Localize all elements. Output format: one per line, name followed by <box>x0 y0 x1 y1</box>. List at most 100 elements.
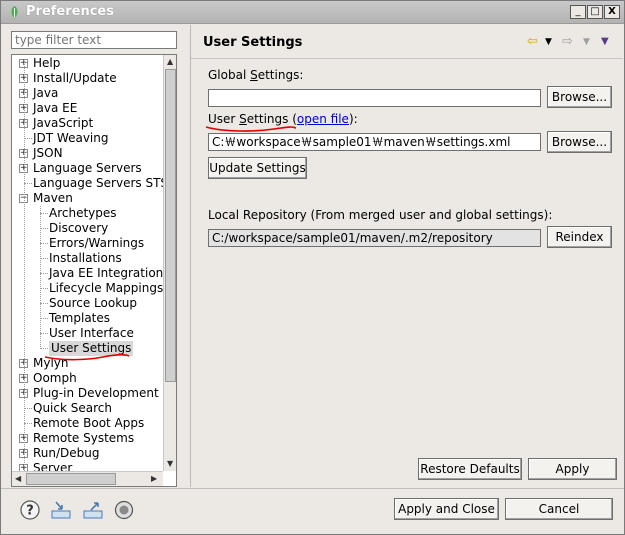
filter-input[interactable] <box>11 31 177 49</box>
tree-item-label: Maven <box>33 191 73 205</box>
tree-item[interactable]: Errors/Warnings <box>12 236 162 251</box>
tree-item-label: Archetypes <box>49 206 117 220</box>
tree-connector <box>40 348 48 349</box>
tree-item[interactable]: Java EE Integration <box>12 266 164 281</box>
tree-item-label: Help <box>33 56 61 70</box>
tree-item[interactable]: Archetypes <box>12 206 162 221</box>
tree-item[interactable]: + Plug-in Development <box>12 386 162 401</box>
tree-item[interactable]: + JavaScript <box>12 116 162 131</box>
apply-and-close-button[interactable]: Apply and Close <box>394 498 499 520</box>
scroll-down-icon[interactable]: ▼ <box>167 459 173 468</box>
tree-connector <box>40 228 48 229</box>
open-file-link[interactable]: open file <box>297 112 349 126</box>
export-icon[interactable] <box>82 499 104 521</box>
tree-connector <box>40 303 48 304</box>
tree-item[interactable]: Quick Search <box>12 401 162 416</box>
tree-item-label: User Interface <box>49 326 134 340</box>
app-icon <box>11 6 18 19</box>
tree-vertical-scrollbar[interactable]: ▲ ▼ <box>163 55 176 471</box>
update-settings-button[interactable]: Update Settings <box>208 157 307 179</box>
tree-item-label: Installations <box>49 251 122 265</box>
record-icon[interactable] <box>113 499 135 521</box>
tree-item-label: Source Lookup <box>49 296 137 310</box>
preference-tree[interactable]: + Help + Install/Update + Java + Java EE + JavaSc… <box>11 54 177 487</box>
svg-text:?: ? <box>26 504 34 519</box>
close-button[interactable]: X <box>604 5 620 19</box>
tree-vertical-scroll-thumb[interactable] <box>165 69 176 382</box>
local-repository-field: C:/workspace/sample01/maven/.m2/reposito… <box>208 229 541 247</box>
tree-item[interactable]: User Interface <box>12 326 162 341</box>
tree-guide-line <box>24 61 25 481</box>
tree-connector <box>24 138 32 139</box>
tree-item[interactable]: + Install/Update <box>12 71 162 86</box>
tree-item-label: Java EE <box>33 101 78 115</box>
back-dropdown-icon[interactable]: ▼ <box>545 37 552 47</box>
tree-item[interactable]: + Oomph <box>12 371 162 386</box>
tree-item-label: Templates <box>49 311 111 325</box>
tree-item[interactable]: + Run/Debug <box>12 446 162 461</box>
preferences-window: Preferences _ □ X +Help+Install/Update+J… <box>0 0 625 535</box>
tree-item[interactable]: + JSON <box>12 146 162 161</box>
tree-item[interactable]: + Java EE <box>12 101 162 116</box>
help-icon[interactable]: ? <box>19 499 41 521</box>
tree-item[interactable]: Templates <box>12 311 162 326</box>
tree-connector <box>40 318 48 319</box>
tree-item[interactable]: Installations <box>12 251 162 266</box>
maximize-button[interactable]: □ <box>587 5 603 19</box>
global-settings-browse-button[interactable]: Browse... <box>547 86 612 108</box>
settings-page: User Settings ⇦ ▼ ⇨ ▼ ▼ Global Settings:… <box>190 25 623 487</box>
view-menu-icon[interactable]: ▼ <box>601 36 609 47</box>
tree-item[interactable]: + Java <box>12 86 162 101</box>
tree-item-label: Lifecycle Mappings <box>49 281 164 295</box>
forward-arrow-icon[interactable]: ⇨ <box>562 34 573 49</box>
global-settings-field[interactable] <box>208 89 541 107</box>
tree-connector <box>24 183 32 184</box>
tree-item[interactable]: + Remote Systems <box>12 431 162 446</box>
scroll-left-icon[interactable]: ◀ <box>15 474 21 483</box>
tree-item-label: Run/Debug <box>33 446 100 460</box>
reindex-button[interactable]: Reindex <box>547 226 612 248</box>
tree-connector <box>40 288 48 289</box>
user-settings-field[interactable]: C:￦workspace￦sample01￦maven￦settings.xml <box>208 133 541 151</box>
tree-item-label: JSON <box>33 146 63 160</box>
import-icon[interactable] <box>50 499 72 521</box>
tree-item[interactable]: Language Servers STS <box>12 176 168 191</box>
tree-item[interactable]: Discovery <box>12 221 162 236</box>
tree-item-label: Java EE Integration <box>49 266 164 280</box>
tree-item-label: Language Servers STS <box>33 176 169 190</box>
tree-item[interactable]: Source Lookup <box>12 296 162 311</box>
tree-guide-line <box>40 206 41 349</box>
tree-item-label: Plug-in Development <box>33 386 159 400</box>
tree-item-label: Remote Boot Apps <box>33 416 145 430</box>
tree-item-label: Errors/Warnings <box>49 236 145 250</box>
restore-defaults-button[interactable]: Restore Defaults <box>418 458 522 480</box>
global-settings-label: Global Settings: <box>208 68 304 82</box>
scroll-right-icon[interactable]: ▶ <box>151 474 157 483</box>
page-title: User Settings <box>203 35 303 50</box>
tree-horizontal-scroll-thumb[interactable] <box>26 473 116 485</box>
scroll-up-icon[interactable]: ▲ <box>167 57 173 66</box>
tree-connector <box>40 243 48 244</box>
tree-connector <box>40 258 48 259</box>
tree-item[interactable]: JDT Weaving <box>12 131 162 146</box>
tree-item-label: Language Servers <box>33 161 142 175</box>
tree-connector <box>40 333 48 334</box>
tree-item-label: JDT Weaving <box>33 131 109 145</box>
user-settings-browse-button[interactable]: Browse... <box>547 131 612 153</box>
tree-item[interactable]: − Maven <box>12 191 162 206</box>
tree-item[interactable]: + Language Servers <box>12 161 162 176</box>
tree-horizontal-scrollbar[interactable]: ◀ ▶ <box>12 471 163 486</box>
tree-item[interactable]: Lifecycle Mappings <box>12 281 164 296</box>
back-arrow-icon[interactable]: ⇦ <box>527 34 538 49</box>
minimize-button[interactable]: _ <box>570 5 586 19</box>
cancel-button[interactable]: Cancel <box>505 498 613 520</box>
tree-item-label: Quick Search <box>33 401 112 415</box>
tree-item[interactable]: Remote Boot Apps <box>12 416 162 431</box>
tree-item[interactable]: + Help <box>12 56 162 71</box>
red-annotation-underline-tree <box>44 353 130 361</box>
apply-button[interactable]: Apply <box>528 458 617 480</box>
title-bar[interactable]: Preferences _ □ X <box>1 1 624 24</box>
local-repository-label: Local Repository (From merged user and g… <box>208 208 553 222</box>
forward-dropdown-icon[interactable]: ▼ <box>583 37 590 47</box>
tree-item-label: Discovery <box>49 221 109 235</box>
